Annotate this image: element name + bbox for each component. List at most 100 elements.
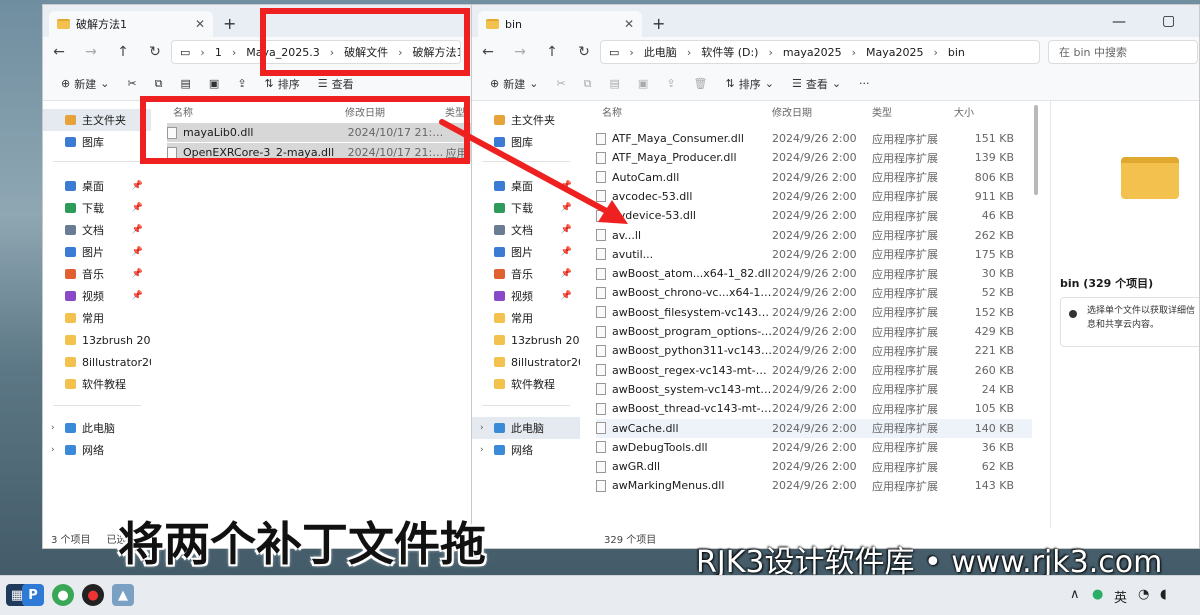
close-icon[interactable]: ✕ bbox=[624, 17, 634, 31]
sidebar-item[interactable]: 主文件夹 bbox=[43, 109, 151, 131]
refresh-icon[interactable]: ↻ bbox=[139, 44, 171, 60]
file-row[interactable]: awBoost_atom...x64-1_82.dll 2024/9/26 2:0… bbox=[596, 264, 1032, 283]
share-button[interactable]: ⇪ bbox=[229, 77, 254, 90]
sort-button[interactable]: ⇅ 排序 bbox=[257, 76, 308, 92]
cut-button[interactable]: ✂ bbox=[548, 77, 573, 90]
photos-icon[interactable]: ▲ bbox=[112, 584, 134, 606]
rename-button[interactable]: ▣ bbox=[630, 77, 656, 90]
sidebar-item[interactable]: › 网络 bbox=[472, 439, 580, 461]
file-row[interactable]: AutoCam.dll 2024/9/26 2:00 应用程序扩展 806 KB bbox=[596, 168, 1032, 187]
file-row[interactable]: awBoost_regex-vc143-mt-x64-1_82.dll2024/… bbox=[596, 361, 1032, 380]
file-row[interactable]: awBoost_system-vc143-mt-x64-1_82.dll2024… bbox=[596, 380, 1032, 399]
file-row[interactable]: awBoost_python311-vc143-mt-x64-1_...2024… bbox=[596, 341, 1032, 360]
back-icon[interactable]: ← bbox=[43, 44, 75, 60]
left-tab[interactable]: 破解方法1 ✕ bbox=[49, 11, 213, 37]
sort-button[interactable]: ⇅ 排序 ⌄ bbox=[718, 76, 782, 92]
sidebar-item[interactable]: 图片 📌 bbox=[43, 241, 151, 263]
column-type[interactable]: 类型 bbox=[872, 104, 954, 119]
chevron-right-icon[interactable]: › bbox=[480, 423, 484, 433]
breadcrumb-item[interactable]: maya2025 bbox=[783, 46, 842, 59]
file-row[interactable]: awMarkingMenus.dll 2024/9/26 2:00 应用程序扩展 14… bbox=[596, 476, 1032, 495]
file-row[interactable]: awBoost_thread-vc143-mt-x64-1_82.dll2024… bbox=[596, 399, 1032, 418]
sidebar-item[interactable]: › 网络 bbox=[43, 439, 151, 461]
sidebar-item[interactable]: 视频 📌 bbox=[472, 285, 580, 307]
sidebar-item[interactable]: 图库 bbox=[43, 131, 151, 153]
sidebar-item[interactable]: 软件教程 bbox=[472, 373, 580, 395]
cut-button[interactable]: ✂ bbox=[119, 77, 144, 90]
sidebar-item[interactable]: 文档 📌 bbox=[472, 219, 580, 241]
up-icon[interactable]: ↑ bbox=[107, 44, 139, 60]
file-row[interactable]: avdevice-53.dll 2024/9/26 2:00 应用程序扩展 46 KB bbox=[596, 206, 1032, 225]
sidebar-item[interactable]: 8illustrator2025发 bbox=[472, 351, 580, 373]
close-icon[interactable]: ✕ bbox=[195, 17, 205, 31]
chevron-right-icon[interactable]: › bbox=[51, 423, 55, 433]
file-row[interactable]: avutil... 2024/9/26 2:00 应用程序扩展 175 KB bbox=[596, 245, 1032, 264]
sidebar-item[interactable]: 13zbrush 2025发 bbox=[43, 329, 151, 351]
volume-icon[interactable]: ◖ bbox=[1160, 587, 1167, 602]
copy-button[interactable]: ⧉ bbox=[147, 77, 171, 91]
maximize-icon[interactable]: ▢ bbox=[1162, 13, 1175, 29]
view-button[interactable]: ☰ 查看 bbox=[310, 76, 362, 92]
breadcrumb-item[interactable]: 此电脑 bbox=[644, 44, 677, 60]
column-date[interactable]: 修改日期 bbox=[772, 104, 872, 119]
sidebar-item[interactable]: 音乐 📌 bbox=[43, 263, 151, 285]
chevron-up-icon[interactable]: ∧ bbox=[1070, 587, 1080, 602]
breadcrumb-item[interactable]: bin bbox=[948, 46, 965, 59]
wechat-icon[interactable]: ● bbox=[1092, 587, 1103, 602]
file-row[interactable]: ATF_Maya_Consumer.dll 2024/9/26 2:00 应用程序扩… bbox=[596, 129, 1032, 148]
file-row[interactable]: awBoost_program_options-vc143-mt...2024/… bbox=[596, 322, 1032, 341]
sidebar-item[interactable]: 下载 📌 bbox=[43, 197, 151, 219]
paste-button[interactable]: ▤ bbox=[173, 77, 199, 90]
file-row[interactable]: ATF_Maya_Producer.dll 2024/9/26 2:00 应用程序扩… bbox=[596, 148, 1032, 167]
sidebar-item[interactable]: 文档 📌 bbox=[43, 219, 151, 241]
column-size[interactable]: 大小 bbox=[954, 104, 1014, 119]
minimize-icon[interactable]: — bbox=[1112, 14, 1126, 30]
breadcrumb-item[interactable]: Maya2025 bbox=[866, 46, 923, 59]
sidebar-item[interactable]: 常用 bbox=[472, 307, 580, 329]
sidebar-item[interactable]: 桌面 📌 bbox=[43, 175, 151, 197]
sidebar-item[interactable]: › 此电脑 bbox=[472, 417, 580, 439]
sidebar-item[interactable]: 8illustrator2025发 bbox=[43, 351, 151, 373]
delete-button[interactable]: 🗑 bbox=[686, 77, 716, 90]
input-language[interactable]: 英 bbox=[1114, 587, 1127, 606]
sidebar-item[interactable]: 图库 bbox=[472, 131, 580, 153]
sidebar-item[interactable]: 下载 📌 bbox=[472, 197, 580, 219]
new-button[interactable]: ⊕ 新建 ⌄ bbox=[482, 76, 546, 92]
scrollbar[interactable] bbox=[1034, 105, 1038, 195]
view-button[interactable]: ☰ 查看 ⌄ bbox=[784, 76, 849, 92]
sidebar-item[interactable]: 音乐 📌 bbox=[472, 263, 580, 285]
file-row[interactable]: avcodec-53.dll 2024/9/26 2:00 应用程序扩展 911 KB bbox=[596, 187, 1032, 206]
file-row[interactable]: awGR.dll 2024/9/26 2:00 应用程序扩展 62 KB bbox=[596, 457, 1032, 476]
sidebar-item[interactable]: 主文件夹 bbox=[472, 109, 580, 131]
copy-button[interactable]: ⧉ bbox=[576, 77, 600, 91]
sidebar-item[interactable]: 软件教程 bbox=[43, 373, 151, 395]
file-row[interactable]: av...ll 2024/9/26 2:00 应用程序扩展 262 KB bbox=[596, 226, 1032, 245]
new-button[interactable]: ⊕ 新建 ⌄ bbox=[53, 76, 117, 92]
new-tab-icon[interactable]: + bbox=[223, 14, 236, 33]
wifi-icon[interactable]: ◔ bbox=[1138, 587, 1149, 602]
share-button[interactable]: ⇪ bbox=[658, 77, 683, 90]
forward-icon[interactable]: → bbox=[504, 44, 536, 60]
powerpoint-icon[interactable]: P bbox=[22, 584, 44, 606]
up-icon[interactable]: ↑ bbox=[536, 44, 568, 60]
file-row[interactable]: awBoost_chrono-vc...x64-1_82...2024/9/26… bbox=[596, 283, 1032, 302]
rename-button[interactable]: ▣ bbox=[201, 77, 227, 90]
record-icon[interactable]: ● bbox=[82, 584, 104, 606]
back-icon[interactable]: ← bbox=[472, 44, 504, 60]
file-row[interactable]: awBoost_filesystem-vc143-mt-x64-1_...202… bbox=[596, 303, 1032, 322]
paste-button[interactable]: ▤ bbox=[602, 77, 628, 90]
right-tab[interactable]: bin ✕ bbox=[478, 11, 642, 37]
sidebar-item[interactable]: 常用 bbox=[43, 307, 151, 329]
sidebar-item[interactable]: › 此电脑 bbox=[43, 417, 151, 439]
forward-icon[interactable]: → bbox=[75, 44, 107, 60]
more-button[interactable]: ··· bbox=[851, 77, 878, 90]
column-name[interactable]: 名称 bbox=[602, 104, 772, 119]
chevron-right-icon[interactable]: › bbox=[51, 445, 55, 455]
refresh-icon[interactable]: ↻ bbox=[568, 44, 600, 60]
sidebar-item[interactable]: 图片 📌 bbox=[472, 241, 580, 263]
file-row[interactable]: awCache.dll 2024/9/26 2:00 应用程序扩展 140 KB bbox=[596, 418, 1032, 438]
sidebar-item[interactable]: 13zbrush 2025发 bbox=[472, 329, 580, 351]
sidebar-item[interactable]: 桌面 📌 bbox=[472, 175, 580, 197]
new-tab-icon[interactable]: + bbox=[652, 14, 665, 33]
right-address-bar[interactable]: ▭ › 此电脑 › 软件等 (D:) › maya2025 › Maya2025… bbox=[600, 40, 1040, 64]
